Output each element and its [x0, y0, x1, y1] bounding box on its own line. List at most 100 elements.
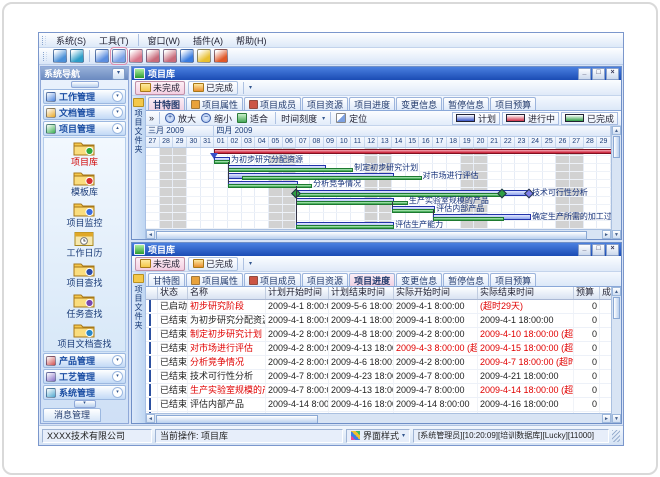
expand-caret-icon[interactable]: ▾ — [112, 107, 123, 118]
project-folder-vertical-tab[interactable]: 项目文件夹 — [132, 272, 146, 423]
sidebar-item-模板库[interactable]: 模板库 — [71, 170, 98, 197]
filter-button-已完成[interactable]: 已完成 — [188, 257, 238, 271]
column-header-成[interactable]: 成 — [600, 287, 611, 299]
column-header-icon[interactable] — [146, 287, 158, 299]
tab-项目进度[interactable]: 项目进度 — [349, 97, 395, 110]
table-row[interactable]: 已结束为初步研究分配资源2009-4-1 8:00:002009-4-1 18:… — [146, 314, 611, 328]
tab-项目预算[interactable]: 项目预算 — [490, 97, 536, 110]
interface-style-button[interactable]: 界面样式 ▾ — [346, 429, 410, 443]
scroll-right-icon[interactable]: ► — [602, 414, 611, 423]
form-icon[interactable] — [129, 49, 143, 63]
time-scale-caret-icon[interactable]: ▾ — [322, 115, 325, 122]
lock-icon[interactable] — [197, 49, 211, 63]
expand-caret-icon[interactable]: ▾ — [112, 387, 123, 398]
table-row[interactable]: 已结束技术可行性分析2009-4-7 8:00:002009-4-23 18:0… — [146, 370, 611, 384]
menu-item[interactable]: 窗口(W) — [142, 34, 187, 47]
folder-open-icon[interactable] — [95, 49, 109, 63]
scroll-down-icon[interactable]: ▼ — [612, 230, 621, 239]
help-icon[interactable] — [180, 49, 194, 63]
table-row[interactable]: 已启动初步研究阶段2009-4-1 8:00:002009-5-6 18:00:… — [146, 300, 611, 314]
scroll-left-icon[interactable]: ◄ — [146, 230, 155, 239]
form-remove-icon[interactable] — [163, 49, 177, 63]
sidebar-group-文档管理[interactable]: 文档管理▾ — [43, 105, 126, 120]
menu-item[interactable]: 插件(A) — [187, 34, 229, 47]
tab-项目资源[interactable]: 项目资源 — [302, 273, 348, 286]
fit-icon[interactable] — [237, 113, 247, 123]
expand-caret-icon[interactable]: ▾ — [112, 91, 123, 102]
resize-grip-icon[interactable] — [612, 430, 620, 442]
zoom-out-icon[interactable]: − — [201, 113, 211, 123]
sidebar-item-任务查找[interactable]: 任务查找 — [66, 292, 102, 319]
exit-icon[interactable] — [214, 49, 228, 63]
column-header-名称[interactable]: 名称 — [188, 287, 266, 299]
sidebar-collapse-handle[interactable] — [71, 81, 99, 88]
table-row[interactable]: 已结束分析竞争情况2009-4-2 8:00:002009-4-6 18:00:… — [146, 356, 611, 370]
time-scale-button[interactable]: 时间刻度 — [281, 112, 317, 125]
message-management-tab[interactable]: 消息管理 — [43, 408, 101, 422]
expand-caret-icon[interactable]: ▾ — [112, 371, 123, 382]
zoom-in-button[interactable]: 放大 — [178, 112, 196, 125]
column-header-状态[interactable]: 状态 — [158, 287, 188, 299]
tab-项目成员[interactable]: 项目成员 — [244, 97, 301, 110]
tab-甘特图[interactable]: 甘特图 — [148, 273, 185, 286]
locate-button[interactable]: 定位 — [349, 112, 367, 125]
project-folder-vertical-tab[interactable]: 项目文件夹 — [132, 96, 146, 239]
table-horizontal-scrollbar[interactable]: ◄ ► — [146, 413, 611, 423]
collapse-caret-icon[interactable]: ▴ — [112, 123, 123, 134]
sidebar-item-项目文档查找[interactable]: 项目文档查找 — [57, 322, 111, 349]
zoom-out-button[interactable]: 缩小 — [214, 112, 232, 125]
tab-项目进度[interactable]: 项目进度 — [349, 273, 395, 286]
scroll-right-icon[interactable]: ► — [602, 230, 611, 239]
globe-icon[interactable] — [70, 49, 84, 63]
expand-caret-icon[interactable]: ▾ — [112, 355, 123, 366]
minimize-icon[interactable]: _ — [578, 244, 591, 256]
system-connect-icon[interactable] — [53, 49, 67, 63]
sidebar-more-button[interactable]: ▾ — [74, 400, 96, 408]
table-row[interactable]: 已结束评估内部产品2009-4-14 8:00:002009-4-16 18:0… — [146, 398, 611, 412]
toolbar-overflow-button[interactable]: » — [149, 113, 154, 123]
tab-变更信息[interactable]: 变更信息 — [396, 273, 442, 286]
tab-甘特图[interactable]: 甘特图 — [148, 97, 185, 110]
sidebar-item-项目查找[interactable]: 项目查找 — [66, 261, 102, 288]
locate-icon[interactable] — [336, 113, 346, 123]
table-row[interactable]: 已结束制定初步研究计划2009-4-2 8:00:002009-4-8 18:0… — [146, 328, 611, 342]
gantt-summary-bar[interactable] — [214, 149, 611, 154]
menu-item[interactable]: 工具(T) — [93, 34, 135, 47]
sidebar-group-项目管理[interactable]: 项目管理▴ — [43, 121, 126, 136]
filter-button-未完成[interactable]: 未完成 — [135, 257, 185, 271]
fit-button[interactable]: 适合 — [250, 112, 268, 125]
filter-button-已完成[interactable]: 已完成 — [188, 81, 238, 95]
filter-more-icon[interactable]: ▾ — [249, 260, 252, 267]
tab-暂停信息[interactable]: 暂停信息 — [443, 97, 489, 110]
sidebar-group-系统管理[interactable]: 系统管理▾ — [43, 385, 126, 400]
sidebar-group-产品管理[interactable]: 产品管理▾ — [43, 353, 126, 368]
tab-暂停信息[interactable]: 暂停信息 — [443, 273, 489, 286]
scroll-up-icon[interactable]: ▲ — [612, 287, 621, 296]
sidebar-item-工作日历[interactable]: 工作日历 — [66, 231, 102, 258]
tab-项目属性[interactable]: 项目属性 — [186, 273, 243, 286]
column-header-计划开始时间[interactable]: 计划开始时间 — [266, 287, 329, 299]
table-vertical-scrollbar[interactable]: ▲ ▼ — [611, 287, 621, 423]
column-header-计划结束时间[interactable]: 计划结束时间 — [329, 287, 394, 299]
filter-button-未完成[interactable]: 未完成 — [135, 81, 185, 95]
gantt-actual-bar[interactable] — [296, 225, 394, 229]
form-add-icon[interactable] — [146, 49, 160, 63]
save-project-icon[interactable] — [112, 49, 126, 63]
tab-项目资源[interactable]: 项目资源 — [302, 97, 348, 110]
gantt-horizontal-scrollbar[interactable]: ◄ ► — [146, 229, 611, 239]
zoom-in-icon[interactable]: + — [165, 113, 175, 123]
menu-item[interactable]: 系统(S) — [50, 34, 92, 47]
tab-项目属性[interactable]: 项目属性 — [186, 97, 243, 110]
column-header-实际开始时间[interactable]: 实际开始时间 — [394, 287, 478, 299]
sidebar-group-工艺管理[interactable]: 工艺管理▾ — [43, 369, 126, 384]
scroll-up-icon[interactable]: ▲ — [612, 126, 621, 135]
maximize-icon[interactable]: □ — [592, 68, 605, 80]
tab-变更信息[interactable]: 变更信息 — [396, 97, 442, 110]
gantt-vertical-scrollbar[interactable]: ▲ ▼ — [611, 126, 621, 239]
close-icon[interactable]: × — [606, 68, 619, 80]
scroll-down-icon[interactable]: ▼ — [612, 414, 621, 423]
sidebar-item-项目库[interactable]: 项目库 — [71, 140, 98, 167]
column-header-实际结束时间[interactable]: 实际结束时间 — [478, 287, 574, 299]
table-row[interactable]: 已结束生产实验室规模的产品2009-4-7 8:00:002009-4-13 1… — [146, 384, 611, 398]
tab-项目预算[interactable]: 项目预算 — [490, 273, 536, 286]
